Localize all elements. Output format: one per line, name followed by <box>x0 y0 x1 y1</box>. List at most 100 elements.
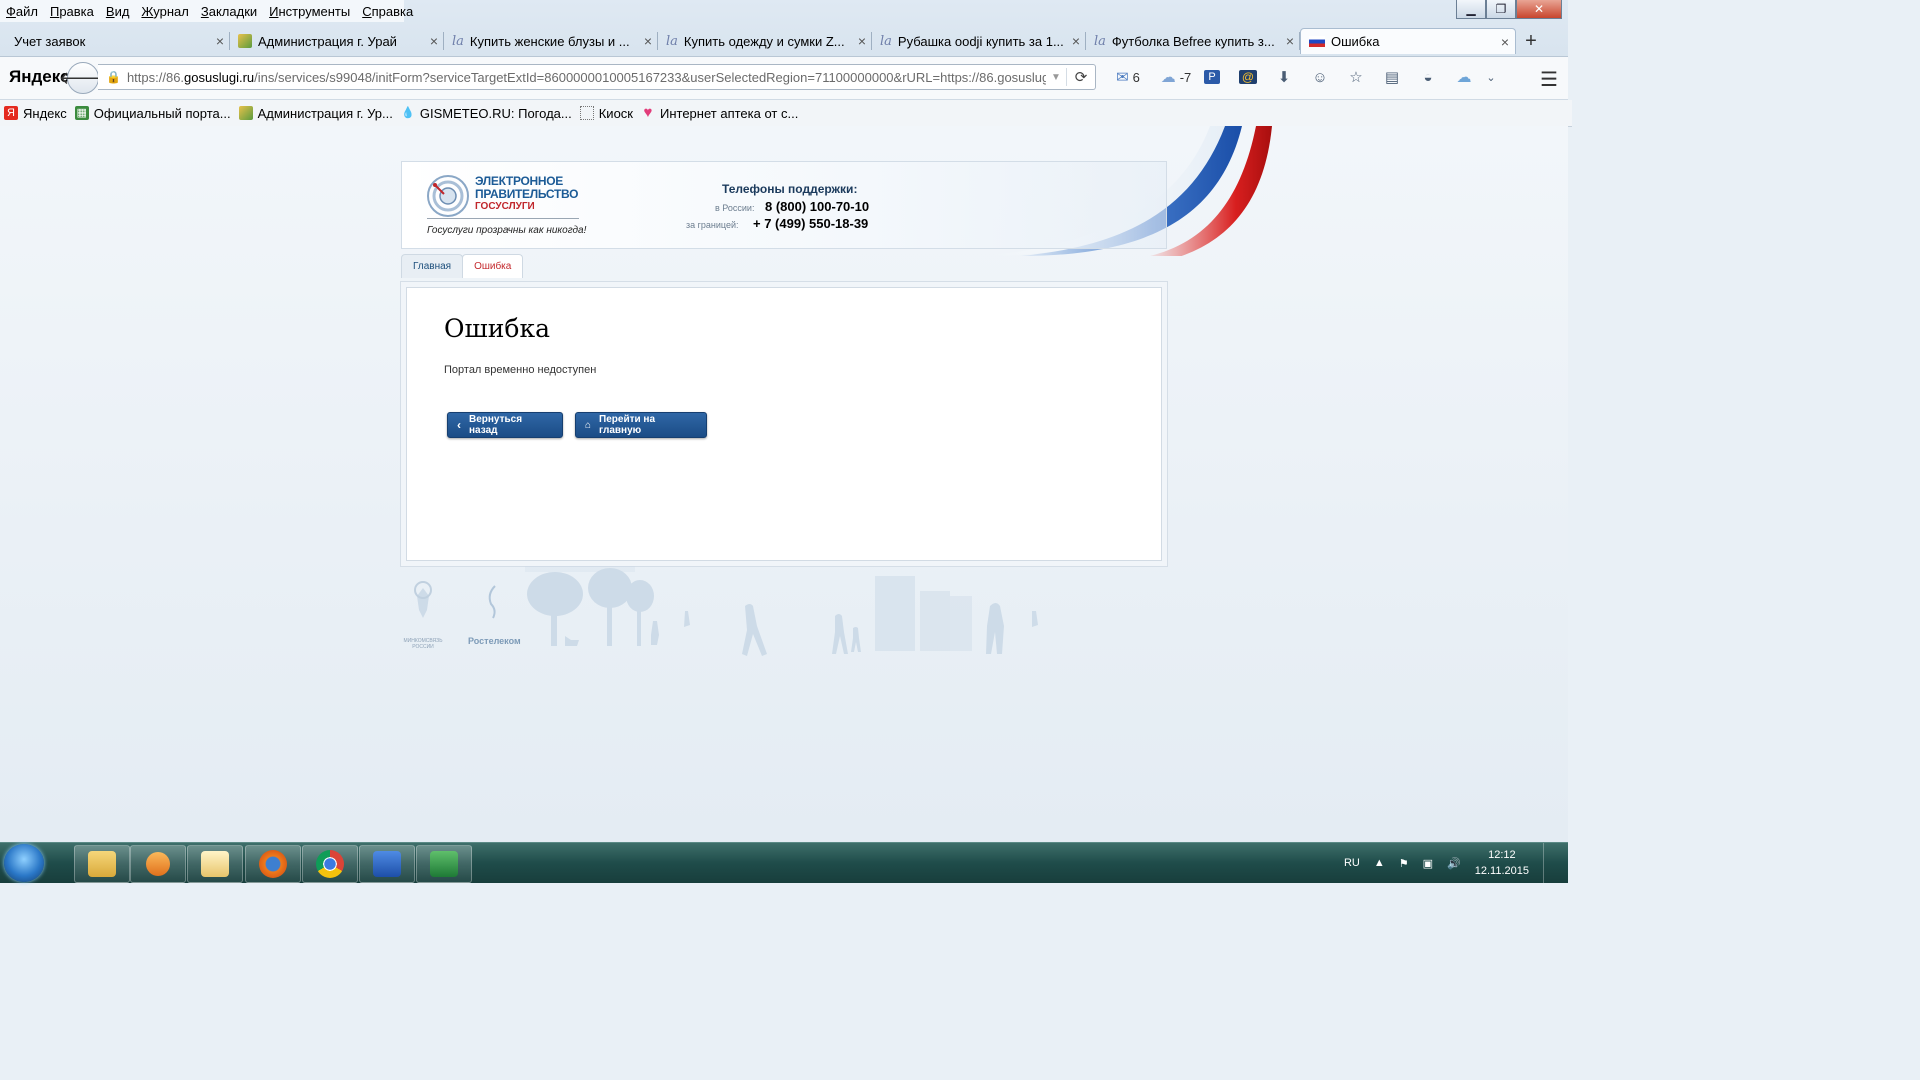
russian-flag-icon <box>1309 36 1325 47</box>
tab-shirt[interactable]: la Рубашка oodji купить за 1... × <box>872 28 1086 54</box>
windows-taskbar: RU ▲ ⚑ ▣ 🔊 12:12 12.11.2015 <box>0 842 1568 883</box>
bookmark-pharmacy[interactable]: ♥ Интернет аптека от с... <box>641 105 799 121</box>
taskbar-mail[interactable] <box>187 845 243 883</box>
go-home-button[interactable]: ⌂ Перейти на главную <box>575 412 707 438</box>
start-button[interactable] <box>4 844 44 882</box>
volume-icon[interactable]: 🔊 <box>1447 857 1461 870</box>
taskbar-firefox[interactable] <box>245 845 301 883</box>
bookmark-star-icon[interactable]: ☆ <box>1338 66 1374 88</box>
bookmark-yandex[interactable]: Я Яндекс <box>4 106 67 121</box>
bookmark-label: Интернет аптека от с... <box>660 105 799 121</box>
go-back-label: Вернуться назад <box>469 414 523 436</box>
yandex-icon: Я <box>4 106 18 120</box>
extension-p-icon[interactable]: P <box>1194 66 1230 88</box>
tab-urai-admin[interactable]: Администрация г. Урай × <box>230 28 444 54</box>
logo-text-line1: ЭЛЕКТРОННОЕ <box>475 174 564 188</box>
menu-bar: Файл Правка Вид Журнал Закладки Инструме… <box>0 0 413 22</box>
tab-close-icon[interactable]: × <box>1495 34 1515 50</box>
action-center-flag-icon[interactable]: ⚑ <box>1399 857 1409 870</box>
tab-label: Ошибка <box>1331 34 1380 49</box>
chevron-down-icon[interactable]: ⌄ <box>1482 66 1500 88</box>
url-text[interactable]: https://86.gosuslugi.ru/ins/services/s99… <box>127 70 1046 85</box>
tab-requests[interactable]: Учет заявок × <box>0 28 230 54</box>
browser-chrome: Файл Правка Вид Журнал Закладки Инструме… <box>0 0 1572 127</box>
mail-icon: ✉ <box>1116 69 1129 86</box>
address-bar[interactable]: 🔒 https://86.gosuslugi.ru/ins/services/s… <box>98 64 1096 90</box>
bookmark-portal[interactable]: ▦ Официальный порта... <box>74 106 231 121</box>
smiley-icon[interactable]: ☺ <box>1302 66 1338 88</box>
taskbar-chrome[interactable] <box>302 845 358 883</box>
logo-divider <box>427 218 579 219</box>
abroad-phone: + 7 (499) 550-18-39 <box>753 216 869 231</box>
word-icon <box>373 851 401 877</box>
taskbar-media-player[interactable] <box>130 845 186 883</box>
taskbar-explorer[interactable] <box>74 845 130 883</box>
sync-cloud-icon[interactable]: ☁ <box>1446 66 1482 88</box>
tab-error[interactable]: Ошибка × <box>1300 28 1516 54</box>
bookmark-kiosk[interactable]: Киоск <box>579 105 633 121</box>
portal-icon: ▦ <box>74 106 89 120</box>
tab-close-icon[interactable]: × <box>852 33 872 49</box>
hamburger-menu-icon[interactable]: ☰ <box>1540 67 1558 92</box>
menu-edit[interactable]: Правка <box>50 4 94 19</box>
chevron-left-icon: ‹ <box>457 418 461 432</box>
admin-site-icon <box>238 106 253 120</box>
menu-help[interactable]: Справка <box>362 4 413 19</box>
tab-blouses[interactable]: la Купить женские блузы и ... × <box>444 28 658 54</box>
menu-history[interactable]: Журнал <box>141 4 188 19</box>
show-hidden-icons[interactable]: ▲ <box>1374 857 1385 869</box>
url-dropdown-icon[interactable]: ▼ <box>1046 72 1066 83</box>
window-controls: ▁ ❐ ✕ <box>1456 0 1562 19</box>
bookmark-label: Киоск <box>598 105 633 121</box>
mail-count: 6 <box>1132 69 1140 85</box>
tab-close-icon[interactable]: × <box>638 33 658 49</box>
tab-label: Администрация г. Урай <box>258 33 397 49</box>
water-drop-icon: 💧 <box>401 107 415 119</box>
breadcrumb-error: Ошибка <box>462 254 524 278</box>
tab-label: Купить женские блузы и ... <box>469 33 630 49</box>
maximize-button[interactable]: ❐ <box>1486 0 1516 19</box>
menu-bookmarks[interactable]: Закладки <box>201 4 257 19</box>
gosuslugi-header: ЭЛЕКТРОННОЕ ПРАВИТЕЛЬСТВО ГОСУСЛУГИ Госу… <box>401 161 1167 249</box>
weather-widget[interactable]: ☁ -7 <box>1158 66 1194 88</box>
bookmark-gismeteo[interactable]: 💧 GISMETEO.RU: Погода... <box>401 106 572 121</box>
language-indicator[interactable]: RU <box>1344 857 1360 869</box>
navigation-toolbar: Яндекс 🡐 🔒 https://86.gosuslugi.ru/ins/s… <box>0 56 1568 100</box>
show-desktop-button[interactable] <box>1543 843 1554 883</box>
reading-list-icon[interactable]: ▤ <box>1374 66 1410 88</box>
tab-close-icon[interactable]: × <box>1280 33 1300 49</box>
tab-close-icon[interactable]: × <box>1066 33 1086 49</box>
minimize-button[interactable]: ▁ <box>1456 0 1486 19</box>
extension-at-icon[interactable]: @ <box>1230 66 1266 88</box>
menu-tools[interactable]: Инструменты <box>269 4 350 19</box>
url-prefix: https://86. <box>126 69 185 85</box>
back-button[interactable]: 🡐 <box>59 62 107 94</box>
mail-widget[interactable]: ✉ 6 <box>1110 66 1146 88</box>
footer-illustration <box>414 566 1038 656</box>
menu-view[interactable]: Вид <box>106 4 130 19</box>
go-back-button[interactable]: ‹ Вернуться назад <box>447 412 563 438</box>
taskbar-excel[interactable] <box>416 845 472 883</box>
error-message: Портал временно недоступен <box>444 364 597 376</box>
folder-icon <box>88 851 116 877</box>
tab-close-icon[interactable]: × <box>424 33 444 49</box>
pocket-icon[interactable]: ◒ <box>1410 66 1446 88</box>
breadcrumb-home[interactable]: Главная <box>401 254 464 278</box>
menu-file[interactable]: Файл <box>6 4 38 19</box>
rostelecom-label: Ростелеком <box>468 636 521 646</box>
tab-clothes-bags[interactable]: la Купить одежду и сумки Z... × <box>658 28 872 54</box>
network-icon[interactable]: ▣ <box>1423 857 1433 870</box>
bookmark-label: GISMETEO.RU: Погода... <box>419 105 572 121</box>
clock[interactable]: 12:12 12.11.2015 <box>1475 847 1529 879</box>
reload-icon[interactable]: ⟳ <box>1066 68 1095 86</box>
download-icon[interactable]: ⬇ <box>1266 66 1302 88</box>
tab-tshirt[interactable]: la Футболка Befree купить з... × <box>1086 28 1300 54</box>
gosuslugi-emblem-icon[interactable] <box>426 174 470 218</box>
bookmark-urai-admin[interactable]: Администрация г. Ур... <box>238 106 393 121</box>
content-frame: Ошибка Портал временно недоступен ‹ Верн… <box>400 281 1168 567</box>
close-window-button[interactable]: ✕ <box>1516 0 1562 19</box>
logo-text-line2: ПРАВИТЕЛЬСТВО <box>475 187 579 201</box>
taskbar-word[interactable] <box>359 845 415 883</box>
tab-close-icon[interactable]: × <box>210 33 230 49</box>
new-tab-button[interactable]: + <box>1516 28 1546 54</box>
